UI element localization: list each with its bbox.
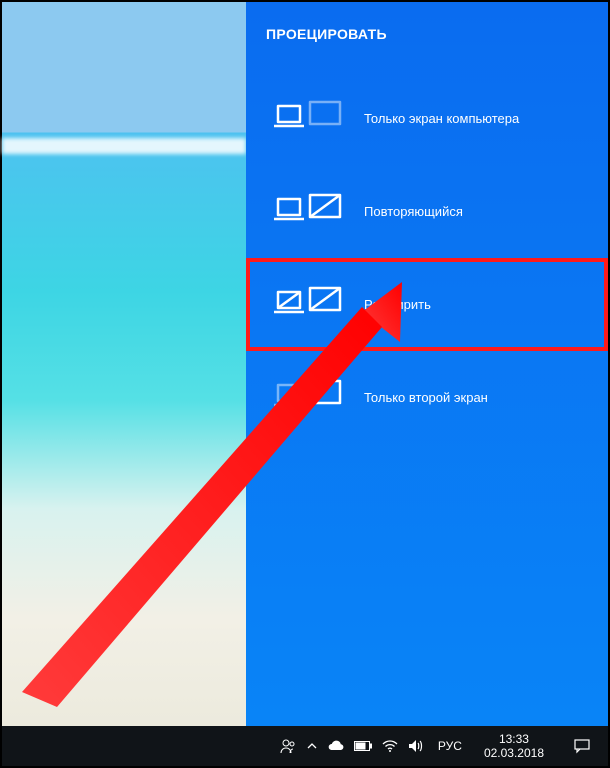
people-icon[interactable] bbox=[280, 738, 296, 754]
pc-screen-only-icon bbox=[274, 96, 344, 141]
clock-date: 02.03.2018 bbox=[484, 746, 544, 760]
system-tray: РУС 13:33 02.03.2018 bbox=[274, 726, 608, 766]
duplicate-icon bbox=[274, 189, 344, 234]
option-duplicate[interactable]: Повторяющийся bbox=[246, 165, 608, 258]
clock[interactable]: 13:33 02.03.2018 bbox=[476, 732, 552, 761]
option-label: Только второй экран bbox=[364, 390, 488, 405]
panel-title: ПРОЕЦИРОВАТЬ bbox=[246, 26, 608, 42]
desktop-wallpaper bbox=[2, 2, 246, 726]
action-center-icon[interactable] bbox=[562, 726, 602, 766]
tray-overflow-icon[interactable] bbox=[306, 740, 318, 752]
extend-icon bbox=[274, 282, 344, 327]
screen: ПРОЕЦИРОВАТЬ Только экран комп bbox=[0, 0, 610, 768]
option-label: Расширить bbox=[364, 297, 431, 312]
second-screen-only-icon bbox=[274, 375, 344, 420]
option-second-screen-only[interactable]: Только второй экран bbox=[246, 351, 608, 444]
option-label: Повторяющийся bbox=[364, 204, 463, 219]
option-label: Только экран компьютера bbox=[364, 111, 519, 126]
volume-icon[interactable] bbox=[408, 739, 424, 753]
language-indicator[interactable]: РУС bbox=[434, 739, 466, 753]
wifi-icon[interactable] bbox=[382, 740, 398, 752]
option-extend[interactable]: Расширить bbox=[246, 258, 608, 351]
onedrive-icon[interactable] bbox=[328, 740, 344, 752]
taskbar: РУС 13:33 02.03.2018 bbox=[2, 726, 608, 766]
project-options: Только экран компьютера Повторяющийся bbox=[246, 72, 608, 444]
battery-icon[interactable] bbox=[354, 741, 372, 751]
clock-time: 13:33 bbox=[499, 732, 529, 746]
option-pc-screen-only[interactable]: Только экран компьютера bbox=[246, 72, 608, 165]
project-panel: ПРОЕЦИРОВАТЬ Только экран комп bbox=[246, 2, 608, 726]
